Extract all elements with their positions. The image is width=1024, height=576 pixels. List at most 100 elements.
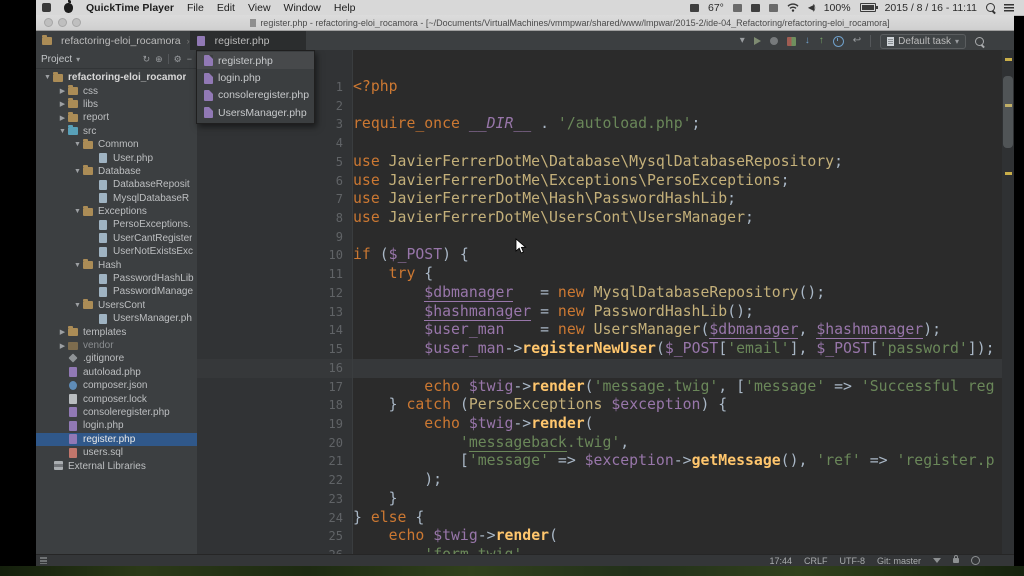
default-task-button[interactable]: Default task ▾ (880, 34, 966, 49)
tree-row-usersmanager-ph[interactable]: UsersManager.ph (36, 312, 197, 325)
tree-row--gitignore[interactable]: .gitignore (36, 352, 197, 365)
tree-row-composer-lock[interactable]: composer.lock (36, 392, 197, 405)
error-stripe-mark[interactable] (1005, 172, 1012, 175)
tree-row-vendor[interactable]: ▶vendor (36, 339, 197, 352)
code-line[interactable]: 'messageback.twig', (353, 434, 1002, 453)
vcs-update-icon[interactable]: ↓ (805, 36, 810, 46)
tree-row-register-php[interactable]: register.php (36, 433, 197, 446)
tree-row-templates[interactable]: ▶templates (36, 325, 197, 338)
popup-item-consoleregister-php[interactable]: consoleregister.php (197, 87, 314, 104)
display-status-icon[interactable] (690, 4, 699, 12)
toolwindow-toggle-icon[interactable] (40, 557, 47, 564)
popup-item-login-php[interactable]: login.php (197, 69, 314, 86)
tree-expanded-arrow-icon[interactable]: ▼ (42, 74, 53, 81)
readonly-lock-icon[interactable] (953, 558, 959, 563)
tree-expanded-arrow-icon[interactable]: ▼ (72, 168, 83, 175)
code-line[interactable]: <?php (353, 78, 1002, 97)
tree-row-database[interactable]: ▼Database (36, 165, 197, 178)
popup-item-usersmanager-php[interactable]: UsersManager.php (197, 104, 314, 121)
hide-panel-icon[interactable]: − (187, 54, 192, 64)
menu-file[interactable]: File (187, 2, 204, 14)
tree-row-composer-json[interactable]: composer.json (36, 379, 197, 392)
highlighting-level-icon[interactable] (933, 558, 941, 563)
tree-row-exceptions[interactable]: ▼Exceptions (36, 205, 197, 218)
tree-collapsed-arrow-icon[interactable]: ▶ (57, 87, 68, 95)
tree-row-refactoring-eloi-rocamor[interactable]: ▼refactoring-eloi_rocamor (36, 71, 197, 84)
menubar-clock[interactable]: 2015 / 8 / 16 - 11:11 (885, 2, 977, 14)
code-line[interactable] (353, 134, 1002, 153)
menu-view[interactable]: View (248, 2, 271, 14)
tree-collapsed-arrow-icon[interactable]: ▶ (57, 114, 68, 122)
battery-icon[interactable] (860, 3, 876, 12)
popup-item-register-php[interactable]: register.php (197, 52, 314, 69)
tree-row-login-php[interactable]: login.php (36, 419, 197, 432)
tree-collapsed-arrow-icon[interactable]: ▶ (57, 100, 68, 108)
tree-row-usernotexistsexc[interactable]: UserNotExistsExc (36, 245, 197, 258)
run-config-caret-icon[interactable]: ▾ (740, 36, 745, 46)
code-line[interactable]: $user_man = new UsersManager($dbmanager,… (353, 321, 1002, 340)
code-line[interactable] (353, 359, 1002, 378)
settings-gear-icon[interactable]: ⚙ (174, 54, 182, 65)
tree-expanded-arrow-icon[interactable]: ▼ (72, 262, 83, 269)
history-icon[interactable] (833, 36, 844, 47)
notification-center-icon[interactable] (1004, 4, 1014, 12)
zoom-window-button[interactable] (72, 18, 81, 27)
tree-row-libs[interactable]: ▶libs (36, 98, 197, 111)
tree-row-usercantregister[interactable]: UserCantRegister (36, 232, 197, 245)
code-line[interactable]: } (353, 490, 1002, 509)
menu-edit[interactable]: Edit (217, 2, 235, 14)
search-everywhere-icon[interactable] (975, 37, 984, 46)
tree-row-databasereposit[interactable]: DatabaseReposit (36, 178, 197, 191)
tree-expanded-arrow-icon[interactable]: ▼ (72, 302, 83, 309)
tree-row-report[interactable]: ▶report (36, 111, 197, 124)
code-line[interactable]: use JavierFerrerDotMe\UsersCont\UsersMan… (353, 209, 1002, 228)
code-editor[interactable]: 1234567891011121314151617181920212223242… (197, 50, 1014, 555)
code-line[interactable]: } catch (PersoExceptions $exception) { (353, 396, 1002, 415)
code-line[interactable]: use JavierFerrerDotMe\Hash\PasswordHashL… (353, 190, 1002, 209)
editor-scrollbar[interactable] (1002, 50, 1014, 555)
status-widget-17-44[interactable]: 17:44 (769, 556, 792, 566)
timemachine-status-icon[interactable] (769, 4, 778, 12)
tree-row-hash[interactable]: ▼Hash (36, 258, 197, 271)
tree-row-src[interactable]: ▼src (36, 125, 197, 138)
tree-expanded-arrow-icon[interactable]: ▼ (72, 208, 83, 215)
close-window-button[interactable] (44, 18, 53, 27)
recording-indicator-icon[interactable] (42, 3, 51, 12)
tree-row-persoexceptions-[interactable]: PersoExceptions. (36, 218, 197, 231)
error-stripe-mark[interactable] (1005, 58, 1012, 61)
tree-expanded-arrow-icon[interactable]: ▼ (57, 128, 68, 135)
code-line[interactable]: ); (353, 471, 1002, 490)
code-line[interactable]: echo $twig->render( (353, 527, 1002, 546)
code-line[interactable] (353, 228, 1002, 247)
code-line[interactable]: } else { (353, 509, 1002, 528)
menu-help[interactable]: Help (334, 2, 356, 14)
code-line[interactable]: ['message' => $exception->getMessage(), … (353, 452, 1002, 471)
project-view-caret-icon[interactable]: ▾ (76, 55, 80, 64)
tree-row-users-sql[interactable]: users.sql (36, 446, 197, 459)
code-line[interactable]: try { (353, 265, 1002, 284)
vcs-commit-icon[interactable]: ↑ (819, 36, 824, 46)
tree-row-userscont[interactable]: ▼UsersCont (36, 299, 197, 312)
code-line[interactable]: $dbmanager = new MysqlDatabaseRepository… (353, 284, 1002, 303)
code-line[interactable]: echo $twig->render('message.twig', ['mes… (353, 378, 1002, 397)
breadcrumb-register-php[interactable]: register.php (190, 31, 306, 51)
status-widget-utf-8[interactable]: UTF-8 (839, 556, 865, 566)
spotlight-search-icon[interactable] (986, 3, 995, 12)
code-line[interactable]: use JavierFerrerDotMe\Database\MysqlData… (353, 153, 1002, 172)
wifi-icon[interactable] (787, 3, 799, 12)
tree-collapsed-arrow-icon[interactable]: ▶ (57, 342, 68, 350)
project-panel-title[interactable]: Project (41, 54, 72, 65)
debug-icon[interactable] (770, 37, 778, 45)
run-icon[interactable] (754, 37, 761, 45)
code-line[interactable]: if ($_POST) { (353, 246, 1002, 265)
refresh-icon[interactable]: ↻ (143, 54, 151, 65)
code-line[interactable] (353, 97, 1002, 116)
tree-row-external-libraries[interactable]: External Libraries (36, 459, 197, 472)
tree-row-user-php[interactable]: User.php (36, 151, 197, 164)
code-line[interactable]: use JavierFerrerDotMe\Exceptions\PersoEx… (353, 172, 1002, 191)
locate-icon[interactable]: ⊕ (155, 54, 163, 65)
editor-code-area[interactable]: <?phprequire_once __DIR__ . '/autoload.p… (353, 50, 1002, 555)
minimize-window-button[interactable] (58, 18, 67, 27)
tree-row-css[interactable]: ▶css (36, 84, 197, 97)
tree-row-common[interactable]: ▼Common (36, 138, 197, 151)
